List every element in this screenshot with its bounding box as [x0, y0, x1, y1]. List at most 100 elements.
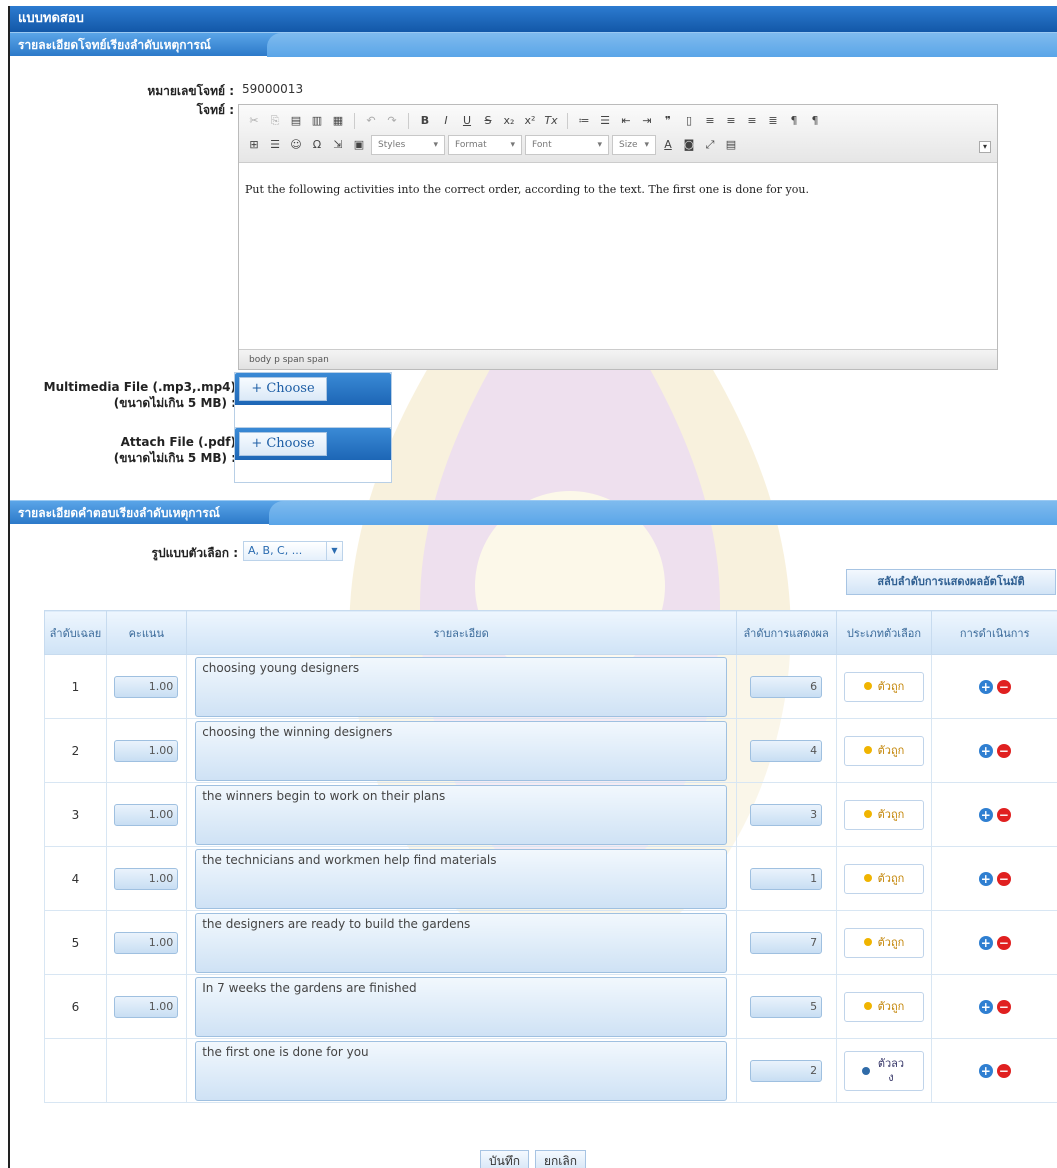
align-justify-icon[interactable]: ≣ — [764, 112, 782, 130]
answer-section-title: รายละเอียดคำตอบเรียงลำดับเหตุการณ์ — [18, 506, 220, 520]
display-order-input[interactable]: 1 — [750, 867, 823, 890]
div-icon[interactable]: ▯ — [680, 112, 698, 130]
bullet-list-icon[interactable]: ☰ — [596, 112, 614, 130]
detail-input[interactable]: the designers are ready to build the gar… — [195, 912, 728, 973]
text-color-icon[interactable]: A — [659, 136, 677, 154]
choice-type-button[interactable]: ตัวลวง — [843, 1050, 924, 1091]
remove-row-icon[interactable]: − — [996, 807, 1011, 822]
remove-row-icon[interactable]: − — [996, 935, 1011, 950]
remove-row-icon[interactable]: − — [996, 1063, 1011, 1078]
choice-type-button[interactable]: ตัวถูก — [843, 671, 924, 702]
detail-input[interactable]: In 7 weeks the gardens are finished — [195, 976, 728, 1037]
format-combo[interactable]: Format ▾ — [448, 135, 522, 155]
align-left-icon[interactable]: ≡ — [701, 112, 719, 130]
score-input[interactable]: 1.00 — [114, 675, 179, 698]
detail-input[interactable]: the winners begin to work on their plans — [195, 784, 728, 845]
display-order-input[interactable]: 5 — [750, 995, 823, 1018]
attach-choose-button[interactable]: + Choose — [239, 432, 327, 456]
undo-icon[interactable]: ↶ — [362, 112, 380, 130]
outdent-icon[interactable]: ⇤ — [617, 112, 635, 130]
remove-row-icon[interactable]: − — [996, 679, 1011, 694]
indent-icon[interactable]: ⇥ — [638, 112, 656, 130]
styles-combo[interactable]: Styles ▾ — [371, 135, 445, 155]
display-order-input[interactable]: 7 — [750, 931, 823, 954]
add-row-icon[interactable]: + — [978, 679, 993, 694]
choice-type-button[interactable]: ตัวถูก — [843, 991, 924, 1022]
remove-row-icon[interactable]: − — [996, 871, 1011, 886]
remove-row-icon[interactable]: − — [996, 743, 1011, 758]
add-row-icon[interactable]: + — [978, 935, 993, 950]
font-combo[interactable]: Font ▾ — [525, 135, 609, 155]
choice-type-button[interactable]: ตัวถูก — [843, 799, 924, 830]
detail-input[interactable]: choosing the winning designers — [195, 720, 728, 781]
smiley-icon[interactable]: ☺ — [287, 136, 305, 154]
remove-format-icon[interactable]: Tx — [542, 112, 560, 130]
underline-icon[interactable]: U — [458, 112, 476, 130]
cut-icon[interactable]: ✂ — [245, 112, 263, 130]
horizontal-rule-icon[interactable]: ☰ — [266, 136, 284, 154]
score-input[interactable]: 1.00 — [114, 931, 179, 954]
ltr-icon[interactable]: ¶ — [785, 112, 803, 130]
answer-order: 4 — [44, 846, 107, 911]
strike-icon[interactable]: S — [479, 112, 497, 130]
display-order-input[interactable]: 2 — [750, 1059, 823, 1082]
add-row-icon[interactable]: + — [978, 743, 993, 758]
cancel-button[interactable]: ยกเลิก — [535, 1150, 587, 1168]
toolbar-divider — [354, 113, 355, 129]
collapse-toolbar-icon[interactable]: ▾ — [979, 141, 991, 153]
editor-content[interactable]: Put the following activities into the co… — [239, 163, 997, 351]
add-row-icon[interactable]: + — [978, 807, 993, 822]
add-row-icon[interactable]: + — [978, 1063, 993, 1078]
maximize-icon[interactable]: ⤢ — [701, 136, 719, 154]
size-combo[interactable]: Size ▾ — [612, 135, 656, 155]
save-button[interactable]: บันทึก — [480, 1150, 529, 1168]
italic-icon[interactable]: I — [437, 112, 455, 130]
display-order-input[interactable]: 6 — [750, 675, 823, 698]
align-right-icon[interactable]: ≡ — [743, 112, 761, 130]
add-row-icon[interactable]: + — [978, 999, 993, 1014]
redo-icon[interactable]: ↷ — [383, 112, 401, 130]
rich-text-editor[interactable]: ✂ ⎘ ▤ ▥ ▦ ↶ ↷ B I U S x₂ x² Tx ≔ ☰ ⇤ ⇥ ❞… — [238, 104, 998, 370]
table-icon[interactable]: ⊞ — [245, 136, 263, 154]
align-center-icon[interactable]: ≡ — [722, 112, 740, 130]
choice-type-button[interactable]: ตัวถูก — [843, 735, 924, 766]
detail-input[interactable]: the first one is done for you — [195, 1040, 728, 1101]
superscript-icon[interactable]: x² — [521, 112, 539, 130]
blockquote-icon[interactable]: ❞ — [659, 112, 677, 130]
table-row: the first one is done for you 2 ตัวลวง +… — [44, 1038, 1057, 1103]
bold-icon[interactable]: B — [416, 112, 434, 130]
display-order-input[interactable]: 4 — [750, 739, 823, 762]
detail-input[interactable]: choosing young designers — [195, 656, 728, 717]
paste-text-icon[interactable]: ▥ — [308, 112, 326, 130]
show-blocks-icon[interactable]: ▤ — [722, 136, 740, 154]
image-icon[interactable]: ▣ — [350, 136, 368, 154]
question-section-header: รายละเอียดโจทย์เรียงลำดับเหตุการณ์ — [10, 32, 1057, 57]
subscript-icon[interactable]: x₂ — [500, 112, 518, 130]
add-row-icon[interactable]: + — [978, 871, 993, 886]
paste-icon[interactable]: ▤ — [287, 112, 305, 130]
detail-input[interactable]: the technicians and workmen help find ma… — [195, 848, 728, 909]
answer-order: 5 — [44, 910, 107, 975]
page-break-icon[interactable]: ⇲ — [329, 136, 347, 154]
paste-word-icon[interactable]: ▦ — [329, 112, 347, 130]
rtl-icon[interactable]: ¶ — [806, 112, 824, 130]
window-title: แบบทดสอบ — [10, 6, 1057, 32]
score-input[interactable]: 1.00 — [114, 995, 179, 1018]
score-input[interactable]: 1.00 — [114, 739, 179, 762]
choice-type-button[interactable]: ตัวถูก — [843, 863, 924, 894]
choice-type-button[interactable]: ตัวถูก — [843, 927, 924, 958]
display-order-input[interactable]: 3 — [750, 803, 823, 826]
choice-format-select[interactable]: A, B, C, ... ▼ — [243, 541, 343, 561]
score-input[interactable]: 1.00 — [114, 803, 179, 826]
table-row: 1 1.00 choosing young designers 6 ตัวถูก… — [44, 654, 1057, 719]
bg-color-icon[interactable]: ◙ — [680, 136, 698, 154]
special-char-icon[interactable]: Ω — [308, 136, 326, 154]
copy-icon[interactable]: ⎘ — [266, 112, 284, 130]
numbered-list-icon[interactable]: ≔ — [575, 112, 593, 130]
question-label: โจทย์ : — [196, 103, 234, 117]
remove-row-icon[interactable]: − — [996, 999, 1011, 1014]
auto-shuffle-button[interactable]: สลับลำดับการแสดงผลอัตโนมัติ — [846, 569, 1056, 595]
multimedia-choose-button[interactable]: + Choose — [239, 377, 327, 401]
score-input[interactable]: 1.00 — [114, 867, 179, 890]
col-actions: การดำเนินการ — [931, 610, 1057, 655]
